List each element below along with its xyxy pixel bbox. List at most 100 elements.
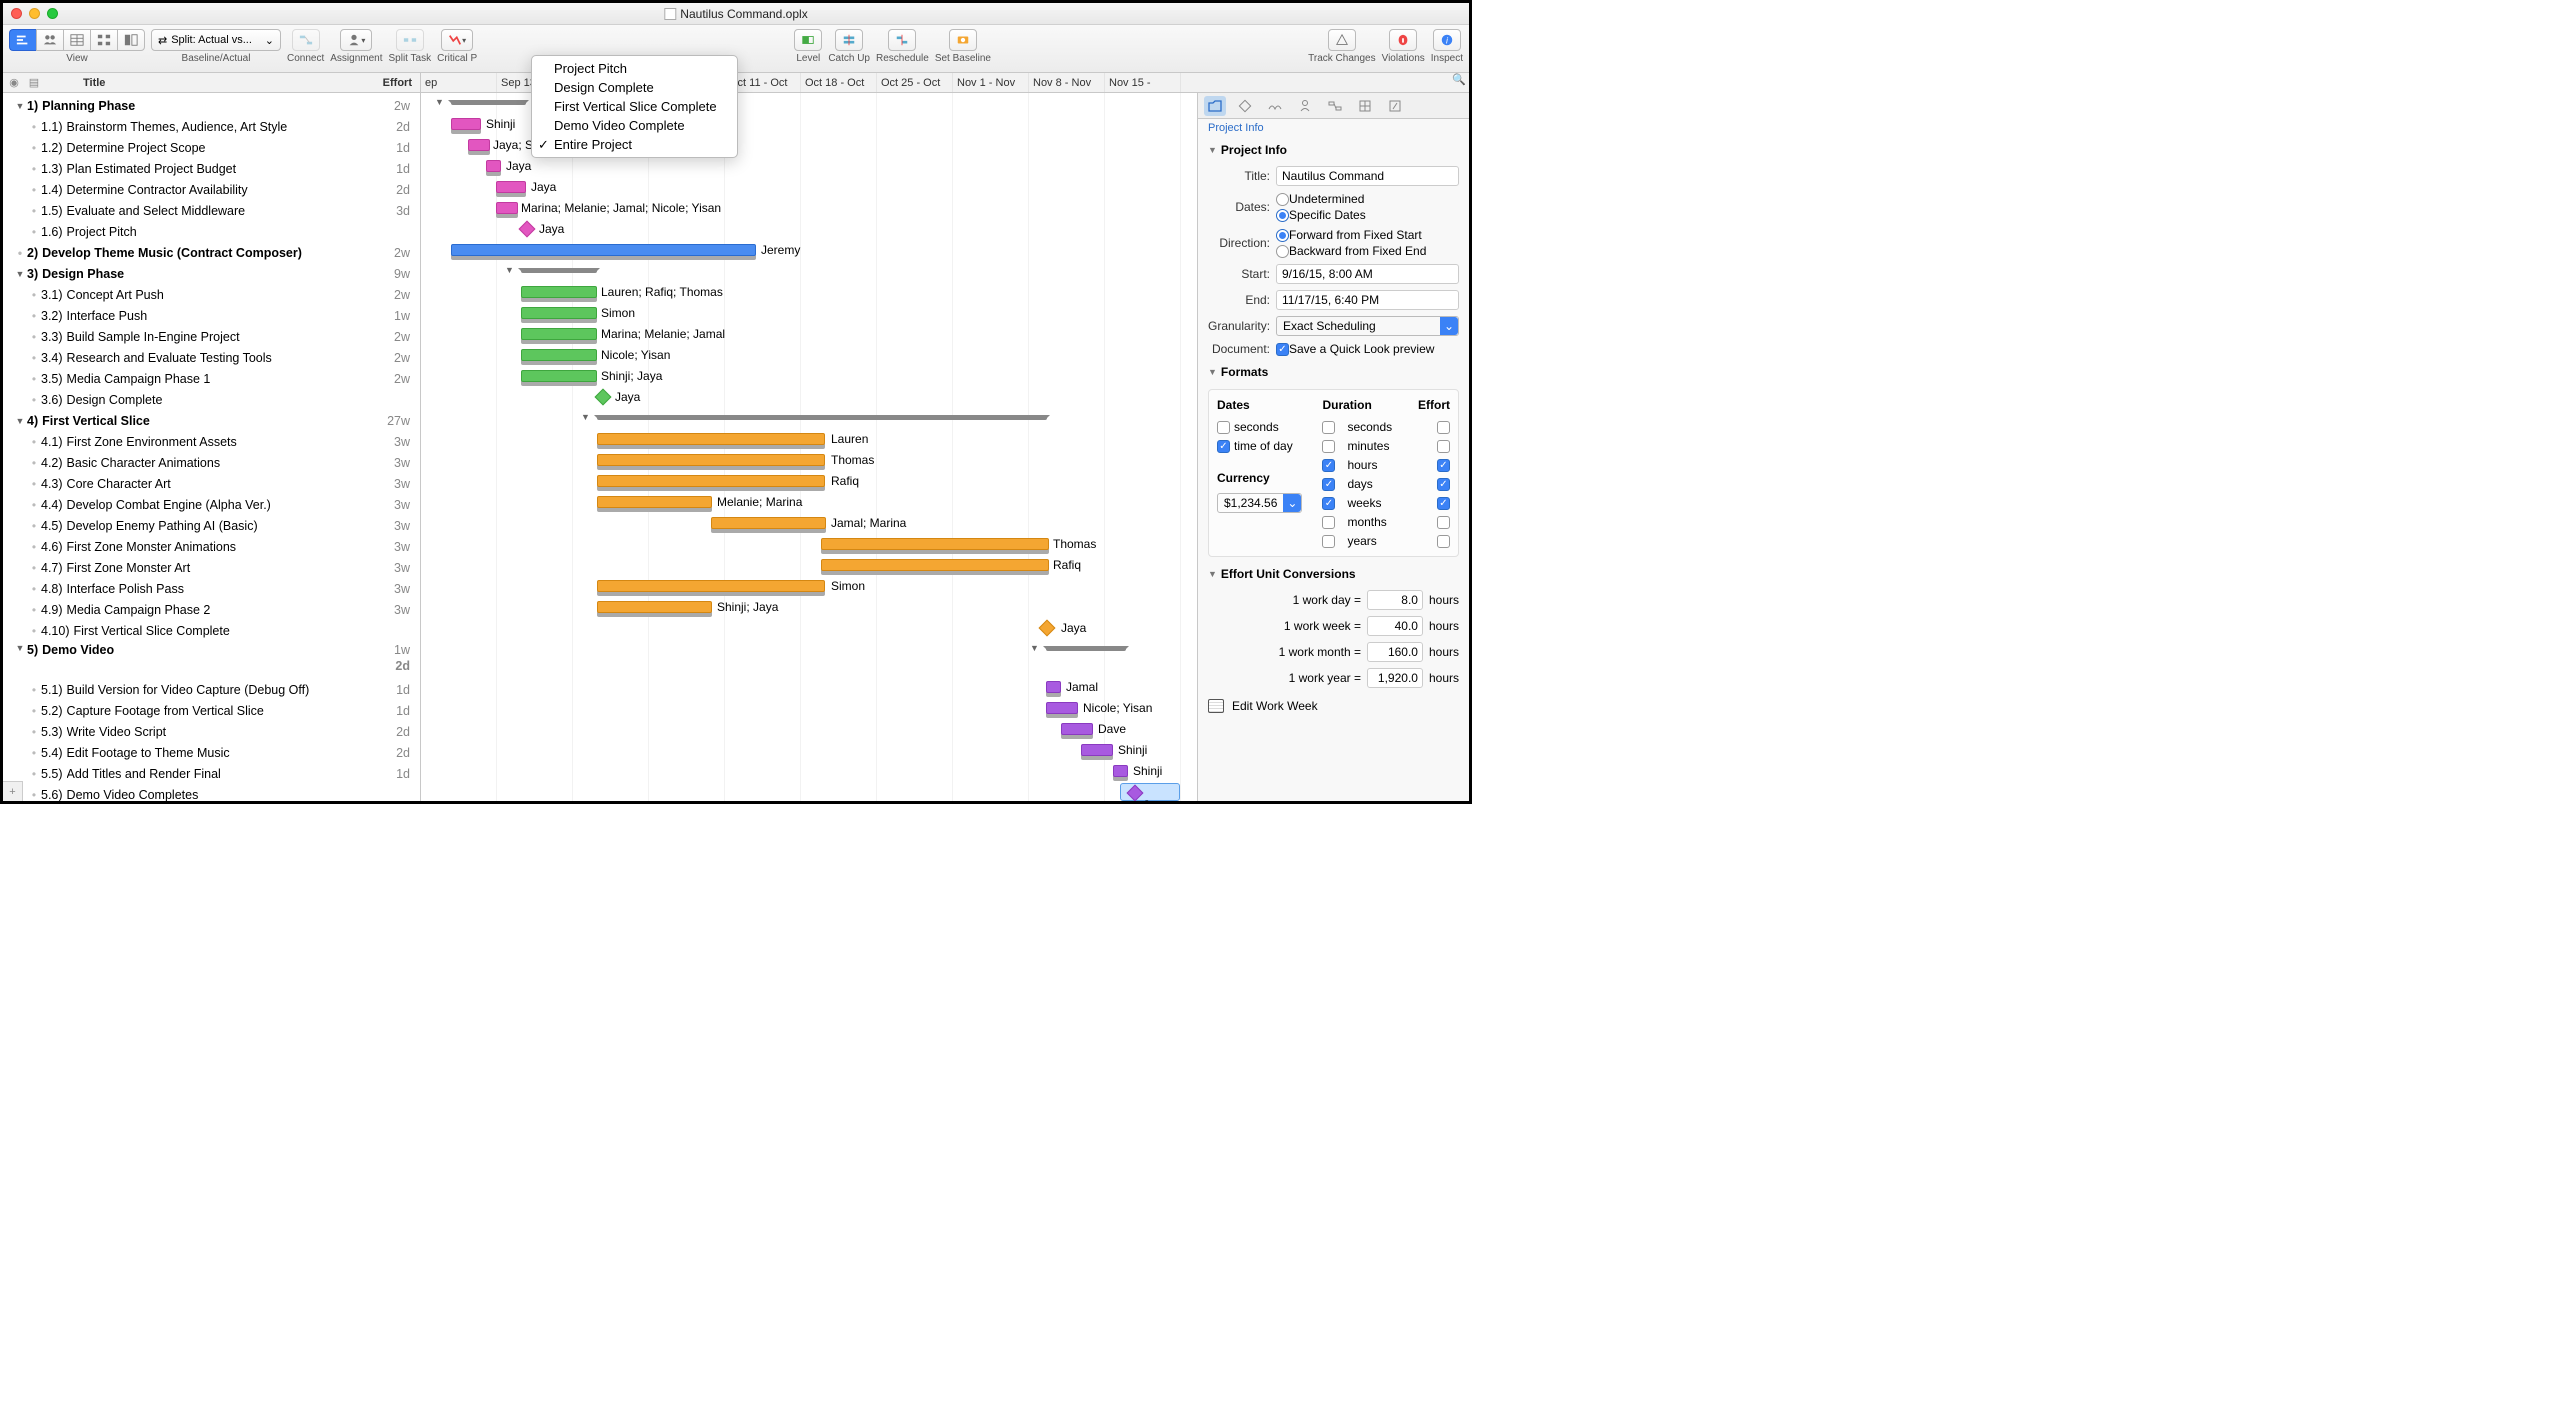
gantt-task-bar[interactable] bbox=[1046, 681, 1061, 693]
work-year-field[interactable] bbox=[1367, 668, 1423, 688]
outline-row[interactable]: •4.2)Basic Character Animations3w bbox=[3, 452, 420, 473]
add-row-button[interactable]: + bbox=[3, 781, 23, 801]
inspector-tab-resource[interactable] bbox=[1294, 96, 1316, 116]
level-button[interactable] bbox=[794, 29, 822, 51]
outline-row[interactable]: •1.3)Plan Estimated Project Budget1d bbox=[3, 158, 420, 179]
outline-row[interactable]: •4.5)Develop Enemy Pathing AI (Basic)3w bbox=[3, 515, 420, 536]
duration-minutes-checkbox[interactable] bbox=[1322, 440, 1335, 453]
outline-row[interactable]: •1.4)Determine Contractor Availability2d bbox=[3, 179, 420, 200]
inspector-tab-styles[interactable] bbox=[1264, 96, 1286, 116]
effort-minutes-checkbox[interactable] bbox=[1437, 440, 1450, 453]
currency-select[interactable]: $1,234.56⌄ bbox=[1217, 493, 1302, 513]
gantt-task-bar[interactable] bbox=[521, 307, 597, 319]
gantt-summary-bar[interactable] bbox=[521, 268, 597, 273]
eye-icon[interactable]: ◉ bbox=[3, 76, 25, 89]
gantt-task-bar[interactable] bbox=[597, 475, 825, 487]
outline-panel[interactable]: ▼1)Planning Phase2w•1.1)Brainstorm Theme… bbox=[3, 93, 421, 801]
inspector-tab-project[interactable] bbox=[1204, 96, 1226, 116]
granularity-select[interactable]: Exact Scheduling⌄ bbox=[1276, 316, 1459, 336]
baseline-actual-select[interactable]: ⇄Split: Actual vs...⌄ bbox=[151, 29, 281, 51]
gantt-task-bar[interactable] bbox=[486, 160, 501, 172]
connect-button[interactable] bbox=[292, 29, 320, 51]
title-field[interactable] bbox=[1276, 166, 1459, 186]
gantt-summary-bar[interactable] bbox=[451, 100, 526, 105]
outline-row[interactable]: •1.6)Project Pitch bbox=[3, 221, 420, 242]
outline-row[interactable]: •1.5)Evaluate and Select Middleware3d bbox=[3, 200, 420, 221]
direction-forward-radio[interactable]: Forward from Fixed Start bbox=[1276, 228, 1426, 242]
timeline-week-header[interactable]: ep bbox=[421, 73, 497, 92]
gantt-task-bar[interactable] bbox=[597, 580, 825, 592]
dates-seconds-checkbox[interactable]: seconds bbox=[1217, 420, 1302, 434]
outline-row[interactable]: ▼1)Planning Phase2w bbox=[3, 95, 420, 116]
outline-row[interactable]: •3.6)Design Complete bbox=[3, 389, 420, 410]
project-info-header[interactable]: ▼Project Info bbox=[1198, 137, 1469, 163]
gantt-task-bar[interactable] bbox=[521, 349, 597, 361]
outline-row[interactable]: •5.6)Demo Video Completes bbox=[3, 784, 420, 801]
gantt-task-bar[interactable] bbox=[468, 139, 490, 151]
outline-row[interactable]: •4.6)First Zone Monster Animations3w bbox=[3, 536, 420, 557]
outline-row[interactable]: •1.2)Determine Project Scope1d bbox=[3, 137, 420, 158]
reschedule-button[interactable] bbox=[888, 29, 916, 51]
gantt-task-bar[interactable] bbox=[521, 286, 597, 298]
outline-row[interactable]: •3.1)Concept Art Push2w bbox=[3, 284, 420, 305]
gantt-task-bar[interactable] bbox=[521, 370, 597, 382]
outline-row[interactable]: ▼4)First Vertical Slice27w bbox=[3, 410, 420, 431]
gantt-task-bar[interactable] bbox=[597, 601, 712, 613]
gantt-task-bar[interactable] bbox=[451, 118, 481, 130]
outline-row[interactable]: •4.9)Media Campaign Phase 23w bbox=[3, 599, 420, 620]
title-column-header[interactable]: Title bbox=[43, 77, 364, 89]
catchup-button[interactable] bbox=[835, 29, 863, 51]
gantt-task-bar[interactable] bbox=[597, 496, 712, 508]
inspect-button[interactable]: i bbox=[1433, 29, 1461, 51]
duration-seconds-checkbox[interactable] bbox=[1322, 421, 1335, 434]
split-task-button[interactable] bbox=[396, 29, 424, 51]
outline-row[interactable]: •4.7)First Zone Monster Art3w bbox=[3, 557, 420, 578]
view-gantt-button[interactable] bbox=[9, 29, 36, 51]
dates-undetermined-radio[interactable]: Undetermined bbox=[1276, 192, 1366, 206]
inspector-tab-milestones[interactable] bbox=[1234, 96, 1256, 116]
gantt-summary-bar[interactable] bbox=[597, 415, 1047, 420]
outline-row[interactable]: ▼3)Design Phase9w bbox=[3, 263, 420, 284]
violations-button[interactable] bbox=[1389, 29, 1417, 51]
effort-seconds-checkbox[interactable] bbox=[1437, 421, 1450, 434]
edit-work-week-button[interactable]: Edit Work Week bbox=[1198, 691, 1469, 721]
track-changes-button[interactable] bbox=[1328, 29, 1356, 51]
outline-row[interactable]: •2)Develop Theme Music (Contract Compose… bbox=[3, 242, 420, 263]
effort-days-checkbox[interactable] bbox=[1437, 478, 1450, 491]
view-network-button[interactable] bbox=[90, 29, 117, 51]
gantt-task-bar[interactable] bbox=[821, 559, 1049, 571]
duration-months-checkbox[interactable] bbox=[1322, 516, 1335, 529]
critical-path-button[interactable]: ▾ bbox=[441, 29, 473, 51]
outline-row[interactable]: •5.5)Add Titles and Render Final1d bbox=[3, 763, 420, 784]
gantt-task-bar[interactable] bbox=[1081, 744, 1113, 756]
direction-backward-radio[interactable]: Backward from Fixed End bbox=[1276, 244, 1426, 258]
gantt-task-bar[interactable] bbox=[451, 244, 756, 256]
dropdown-item[interactable]: First Vertical Slice Complete bbox=[532, 97, 737, 116]
gantt-selected-task[interactable]: Jaya bbox=[1120, 783, 1180, 801]
view-resources-button[interactable] bbox=[36, 29, 63, 51]
view-layout-button[interactable] bbox=[117, 29, 145, 51]
duration-years-checkbox[interactable] bbox=[1322, 535, 1335, 548]
search-icon[interactable]: 🔍 bbox=[1449, 73, 1469, 92]
effort-years-checkbox[interactable] bbox=[1437, 535, 1450, 548]
duration-weeks-checkbox[interactable] bbox=[1322, 497, 1335, 510]
effort-column-header[interactable]: Effort bbox=[364, 77, 420, 89]
outline-row[interactable]: •5.1)Build Version for Video Capture (De… bbox=[3, 679, 420, 700]
outline-row[interactable]: ▼5)Demo Video1w2d bbox=[3, 641, 420, 679]
gantt-summary-bar[interactable] bbox=[1046, 646, 1126, 651]
set-baseline-button[interactable] bbox=[949, 29, 977, 51]
duration-hours-checkbox[interactable] bbox=[1322, 459, 1335, 472]
gantt-task-bar[interactable] bbox=[1113, 765, 1128, 777]
work-week-field[interactable] bbox=[1367, 616, 1423, 636]
outline-row[interactable]: •1.1)Brainstorm Themes, Audience, Art St… bbox=[3, 116, 420, 137]
view-table-button[interactable] bbox=[63, 29, 90, 51]
timeline-week-header[interactable]: Oct 18 - Oct bbox=[801, 73, 877, 92]
zoom-window-icon[interactable] bbox=[47, 8, 58, 19]
gantt-task-bar[interactable] bbox=[711, 517, 826, 529]
outline-row[interactable]: •3.2)Interface Push1w bbox=[3, 305, 420, 326]
timeline-week-header[interactable]: Nov 15 - bbox=[1105, 73, 1181, 92]
work-month-field[interactable] bbox=[1367, 642, 1423, 662]
dropdown-item[interactable]: Project Pitch bbox=[532, 59, 737, 78]
effort-weeks-checkbox[interactable] bbox=[1437, 497, 1450, 510]
outline-row[interactable]: •3.3)Build Sample In-Engine Project2w bbox=[3, 326, 420, 347]
